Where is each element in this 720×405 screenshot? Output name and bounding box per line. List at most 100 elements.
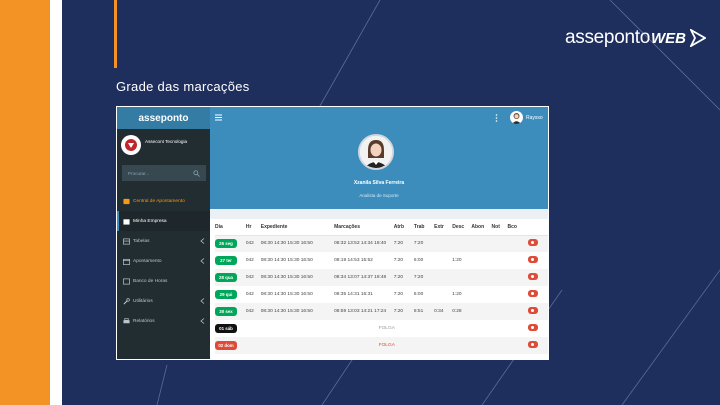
col-abon: Abon (471, 219, 492, 236)
sidebar-item-label: Banco de Horas (133, 278, 168, 284)
cell-extr (434, 286, 452, 303)
cell-atrb: 7:20 (393, 292, 404, 297)
calendar-icon (123, 258, 130, 265)
sidebar-item-central-de-apontamento[interactable]: Central de Apontamento (117, 191, 210, 211)
col-hr: Hr (245, 219, 261, 236)
row-action-button[interactable] (527, 324, 538, 331)
day-badge: 28 qua (215, 273, 237, 282)
hamburger-menu-icon[interactable] (215, 114, 222, 121)
app-logo[interactable]: asseponto (117, 107, 210, 129)
sidebar-item-label: Relatórios (133, 318, 155, 324)
search-icon[interactable] (193, 169, 200, 177)
sidebar-item-label: Tabelas (133, 238, 150, 244)
cell-extr: 0:34 (434, 303, 453, 320)
cell-desc: 1:20 (452, 258, 462, 263)
cell-marcacoes: 08:19 14:53 15:52 (334, 258, 373, 263)
sidebar-menu: Central de Apontamento Minha Empresa Tab… (117, 191, 210, 331)
cell-hr: 042 (245, 292, 254, 297)
cell-atrb: 7:20 (393, 269, 414, 286)
cell-expediente: 08:30 14:30 15:30 16:50 (260, 292, 313, 297)
cell-abon (471, 235, 492, 252)
cell-hr: 042 (245, 235, 261, 252)
clock-icon (123, 198, 130, 204)
cell-not (491, 235, 508, 252)
more-options-icon[interactable] (495, 114, 498, 122)
cell-trab: 6:00 (413, 292, 424, 297)
cell-atrb: 7:20 (393, 303, 414, 320)
cell-trab: 7:20 (413, 269, 435, 286)
bank-icon (123, 278, 130, 284)
table-row: 30 sex 042 08:30 14:30 15:30 16:50 08:59… (215, 303, 548, 320)
orange-accent-line (114, 0, 117, 68)
row-action-button[interactable] (527, 341, 538, 348)
chevron-left-icon (200, 238, 205, 244)
profile-role: Analista de Suporte (359, 193, 399, 198)
col-trab: Trab (413, 219, 435, 236)
col-not: Not (491, 219, 508, 236)
brand-logo: asseponto WEB (565, 25, 706, 51)
cell-marcacoes: 08:32 13:53 14:34 18:40 (334, 235, 394, 252)
chevron-left-icon (200, 258, 205, 264)
cell-hr: 042 (245, 258, 254, 263)
sidebar-item-utilitarios[interactable]: Utilitários (117, 291, 210, 311)
avatar (510, 111, 523, 124)
wrench-icon (123, 297, 130, 304)
cell-extr (434, 235, 453, 252)
cell-expediente: 08:30 14:30 15:30 16:50 (260, 235, 335, 252)
profile-photo (358, 134, 394, 170)
slide-title: Grade das marcações (116, 79, 250, 94)
row-action-button[interactable] (527, 290, 538, 297)
cell-bco (507, 235, 528, 252)
day-badge: 30 sex (215, 307, 237, 316)
row-action-button[interactable] (527, 256, 538, 263)
company-name: Assecont Tecnologia (145, 138, 188, 144)
cell-abon (471, 252, 491, 269)
sidebar-item-label: Utilitários (133, 298, 153, 304)
col-atrb: Atrb (393, 219, 414, 236)
cell-trab: 7:20 (413, 235, 435, 252)
sidebar-item-relatorios[interactable]: Relatórios (117, 311, 210, 331)
col-actions (527, 219, 548, 236)
row-action-button[interactable] (527, 273, 538, 280)
chevron-left-icon (200, 318, 205, 324)
white-gap (50, 0, 62, 405)
table-icon (123, 238, 130, 244)
cell-not (492, 286, 508, 303)
sidebar-item-minha-empresa[interactable]: Minha Empresa (117, 211, 210, 231)
sidebar-item-banco-de-horas[interactable]: Banco de Horas (117, 271, 210, 291)
col-expediente: Expediente (260, 219, 335, 236)
cell-abon (471, 303, 492, 320)
cell-bco (507, 303, 528, 320)
row-action-button[interactable] (527, 307, 538, 314)
cell-trab: 8:51 (413, 303, 435, 320)
brand-main: asseponto (565, 27, 650, 48)
cell-bco (507, 269, 528, 286)
sidebar-item-apontamento[interactable]: Apontamento (117, 251, 210, 271)
row-action-button[interactable] (527, 239, 538, 247)
cell-marcacoes: 08:35 14:31 15:31 (334, 292, 373, 297)
cell-bco (508, 252, 528, 269)
cell-hr: 042 (245, 269, 261, 286)
sidebar-item-label: Minha Empresa (133, 218, 167, 224)
col-bco: Bco (507, 219, 528, 236)
cell-trab: 6:00 (413, 258, 424, 263)
cell-marcacoes: 08:59 13:03 14:21 17:24 (334, 303, 394, 320)
sidebar-item-tabelas[interactable]: Tabelas (117, 231, 210, 251)
cell-extr (434, 269, 453, 286)
profile-name: Xzanila Silva Ferreira (353, 180, 405, 186)
cell-expediente: 08:30 14:30 15:30 16:50 (260, 269, 335, 286)
cell-folga: FOLGA (378, 326, 395, 331)
table-row: 01 sáb FOLGA (215, 320, 548, 337)
cell-not (491, 303, 508, 320)
cell-desc (452, 269, 472, 286)
cell-expediente: 08:30 14:30 15:30 16:50 (260, 303, 335, 320)
top-user-menu[interactable]: Raysso (510, 111, 543, 124)
company-logo-icon (121, 135, 141, 155)
sidebar-search (122, 165, 206, 181)
sidebar-company: Assecont Tecnologia (117, 129, 210, 161)
table-row: 29 qui 042 08:30 14:30 15:30 16:50 08:35… (215, 286, 548, 303)
table-row: 27 ter 042 08:30 14:30 15:30 16:50 08:19… (215, 252, 548, 269)
col-extr: Extr (434, 219, 453, 236)
top-navbar: Raysso (210, 107, 548, 129)
search-input[interactable] (128, 170, 188, 176)
